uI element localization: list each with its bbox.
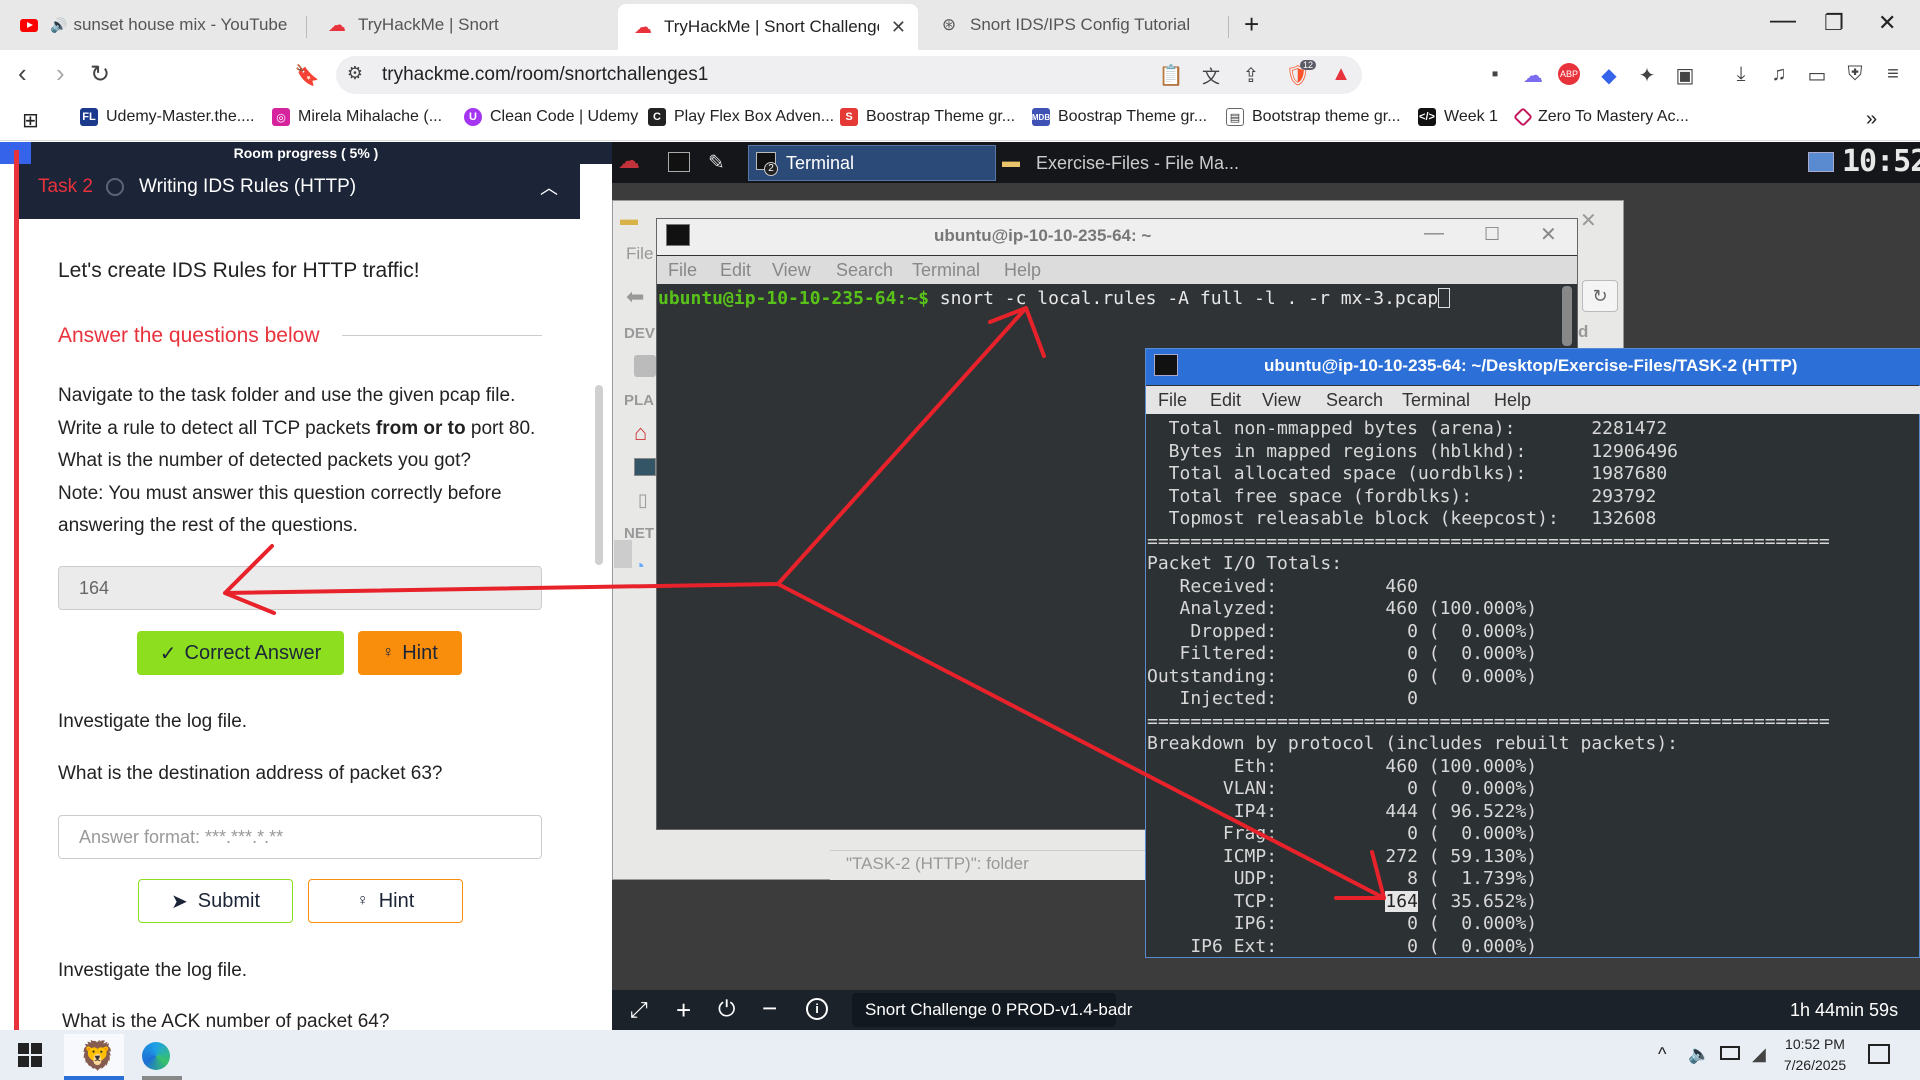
edge-browser-icon[interactable] (142, 1042, 170, 1070)
wifi-icon[interactable]: ◢ (1752, 1044, 1766, 1065)
annotation-overlay (223, 306, 1386, 900)
running-indicator (142, 1076, 182, 1080)
annotation-arrow-to-tcp (776, 582, 1386, 900)
notifications-icon[interactable] (1868, 1044, 1890, 1064)
brave-browser-icon: 🦁 (80, 1040, 115, 1071)
annotation-arrow-to-command (776, 306, 1046, 586)
windows-start-icon[interactable] (18, 1043, 42, 1067)
chevron-up-icon[interactable]: ^ (1658, 1044, 1666, 1065)
windows-taskbar (0, 1030, 1920, 1080)
system-time[interactable]: 10:52 PM (1780, 1036, 1850, 1052)
system-date[interactable]: 7/26/2025 (1776, 1057, 1854, 1073)
volume-icon[interactable]: 🔈 (1688, 1044, 1710, 1065)
active-indicator (64, 1076, 124, 1080)
annotation-arrow-to-answer (223, 544, 780, 615)
network-icon[interactable] (1720, 1046, 1740, 1060)
